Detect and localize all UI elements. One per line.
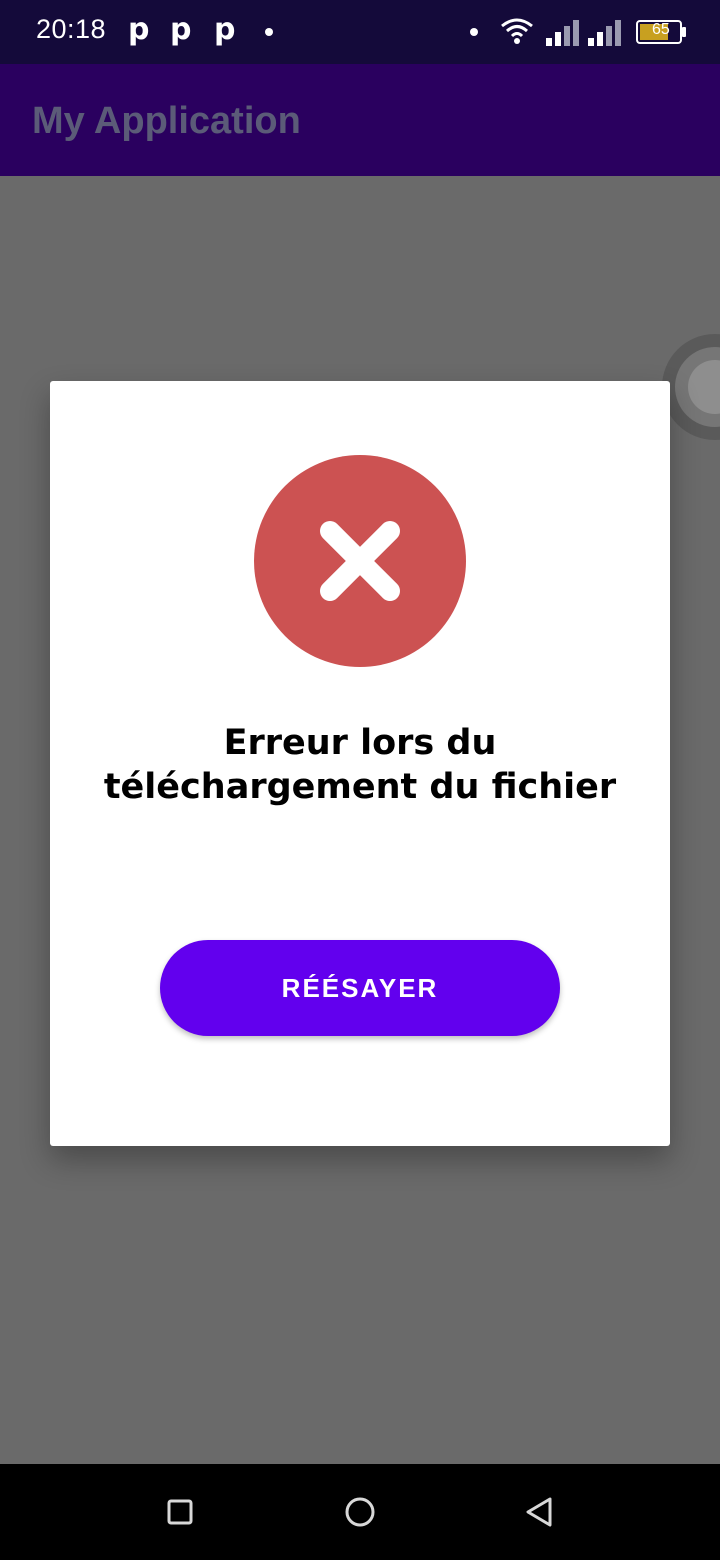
error-dialog: Erreur lors du téléchargement du fichier… [50, 381, 670, 1146]
notification-dot-icon [265, 28, 273, 36]
battery-tip [682, 27, 686, 37]
notification-p-icon: p [128, 12, 150, 47]
home-circle-icon[interactable] [336, 1488, 384, 1536]
error-x-icon [254, 455, 466, 667]
back-triangle-icon[interactable] [516, 1488, 564, 1536]
error-message: Erreur lors du téléchargement du fichier [103, 723, 617, 807]
recents-square-icon[interactable] [156, 1488, 204, 1536]
battery-level: 65 [652, 21, 670, 38]
app-title: My Application [32, 100, 301, 142]
status-bar: 20:18 p p p 65 [0, 0, 720, 64]
battery-icon: 65 [636, 20, 682, 44]
floating-button-core [688, 360, 720, 414]
notification-p-icon: p [214, 12, 236, 47]
screen: 20:18 p p p 65 My Application Erreur lor… [0, 0, 720, 1560]
signal-icon [546, 20, 579, 46]
retry-button[interactable]: RÉÉSAYER [160, 940, 560, 1036]
floating-button-ring [675, 347, 720, 427]
navigation-bar [0, 1464, 720, 1560]
floating-assistive-button[interactable] [662, 334, 720, 440]
signal-icon [588, 20, 621, 46]
notification-dot-icon [470, 28, 478, 36]
notification-p-icon: p [170, 12, 192, 47]
wifi-icon [501, 18, 533, 44]
status-time: 20:18 [36, 14, 107, 44]
